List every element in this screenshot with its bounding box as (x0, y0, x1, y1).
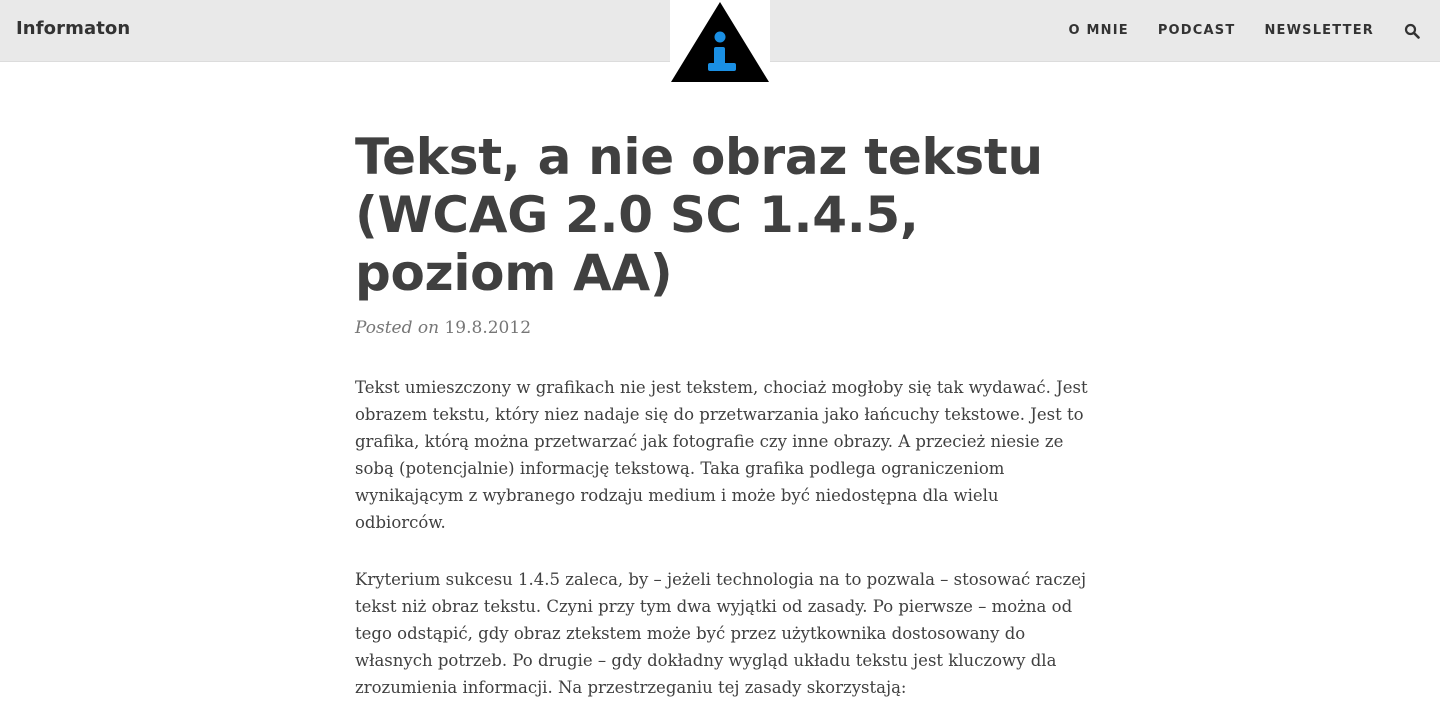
main-nav: O MNIE PODCAST NEWSLETTER (1040, 0, 1420, 61)
site-brand-link[interactable]: Informaton (16, 18, 130, 39)
post-content: Tekst, a nie obraz tekstu (WCAG 2.0 SC 1… (355, 128, 1090, 701)
post-date-link[interactable]: 19.8.2012 (444, 318, 531, 338)
site-header: Informaton O MNIE PODCAST NEWSLETTER (0, 0, 1440, 84)
post-meta: Posted on 19.8.2012 (355, 318, 1090, 338)
info-triangle-logo[interactable] (670, 0, 770, 84)
post-title: Tekst, a nie obraz tekstu (WCAG 2.0 SC 1… (355, 128, 1043, 302)
post-paragraph: Tekst umieszczony w grafikach nie jest t… (355, 378, 1088, 532)
nav-item-newsletter[interactable]: NEWSLETTER (1264, 23, 1374, 38)
posted-on-label: Posted on (355, 318, 440, 338)
post-paragraph: Kryterium sukcesu 1.4.5 zaleca, by – jeż… (355, 570, 1087, 697)
nav-item-podcast[interactable]: PODCAST (1158, 23, 1236, 38)
nav-item-o-mnie[interactable]: O MNIE (1069, 23, 1129, 38)
search-icon[interactable] (1404, 23, 1420, 39)
logo-graphic (671, 2, 769, 82)
logo-i-dot (714, 31, 726, 43)
logo-i-base (708, 63, 736, 71)
